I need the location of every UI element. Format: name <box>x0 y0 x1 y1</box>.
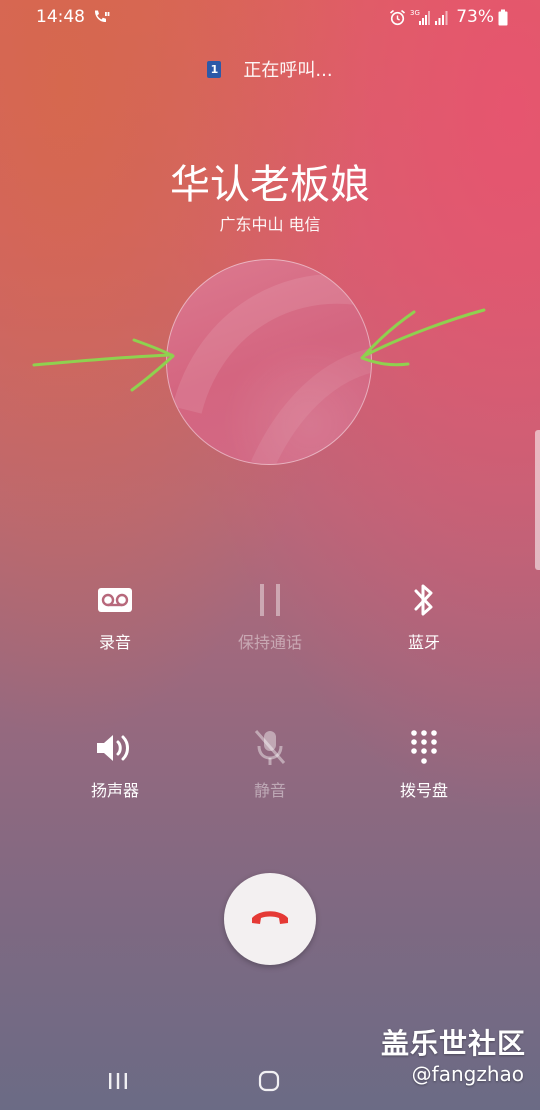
status-bar: 14:48 3G 73% <box>0 0 540 34</box>
signal-3g-icon: 3G <box>410 8 431 26</box>
ongoing-call-icon <box>92 9 110 25</box>
hold-call-label: 保持通话 <box>237 633 302 652</box>
end-call-button[interactable] <box>224 873 316 965</box>
speaker-label: 扬声器 <box>90 781 139 800</box>
status-time: 14:48 <box>36 7 85 27</box>
record-button[interactable]: 录音 <box>40 580 190 653</box>
mute-button[interactable]: 静音 <box>195 728 345 801</box>
speaker-button[interactable]: 扬声器 <box>40 728 190 801</box>
contact-avatar <box>166 259 372 465</box>
bluetooth-button[interactable]: 蓝牙 <box>349 580 499 653</box>
left-arrow-shaft <box>32 353 174 367</box>
dialpad-icon <box>404 728 444 768</box>
bluetooth-label: 蓝牙 <box>407 633 440 652</box>
voicemail-record-icon <box>95 580 135 620</box>
bluetooth-icon <box>404 580 444 620</box>
edge-panel-handle[interactable] <box>535 430 540 570</box>
call-status-text: 正在呼叫... <box>243 60 333 81</box>
record-label: 录音 <box>98 633 131 652</box>
call-status: 1 正在呼叫... <box>0 56 540 82</box>
battery-icon <box>498 9 508 26</box>
contact-name: 华认老板娘 <box>170 162 370 208</box>
dialpad-label: 拨号盘 <box>399 781 448 800</box>
end-call-icon <box>250 907 290 931</box>
contact-location: 广东中山 电信 <box>219 215 321 234</box>
signal-icon <box>434 8 450 26</box>
speaker-icon <box>95 728 135 768</box>
home-icon[interactable] <box>258 1070 280 1096</box>
avatar-sheen <box>172 273 371 464</box>
network-type-label: 3G <box>410 9 420 17</box>
hold-call-button[interactable]: 保持通话 <box>195 580 345 653</box>
sim-slot-badge: 1 <box>207 60 222 78</box>
recents-icon[interactable] <box>107 1071 129 1095</box>
mute-label: 静音 <box>253 781 286 800</box>
right-arrow-shaft <box>364 308 486 357</box>
mic-off-icon <box>250 728 290 768</box>
alarm-icon <box>389 9 406 26</box>
pause-icon <box>250 580 290 620</box>
dialpad-button[interactable]: 拨号盘 <box>349 728 499 801</box>
navigation-bar <box>0 1055 540 1110</box>
battery-percent: 73% <box>456 7 494 27</box>
